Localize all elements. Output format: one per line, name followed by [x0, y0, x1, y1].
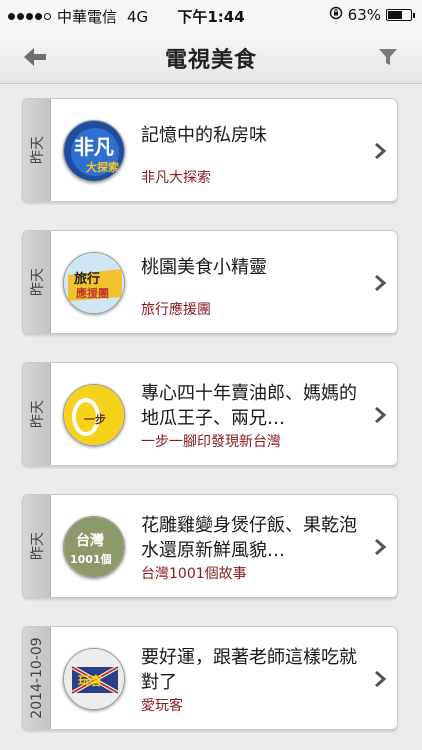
battery-percent: 63%	[347, 6, 381, 24]
date-label: 2014-10-09	[28, 637, 45, 719]
filter-funnel-icon	[379, 49, 397, 65]
episode-title: 花雕雞變身煲仔飯、果乾泡水還原新鮮風貌…	[141, 515, 357, 561]
date-tab: 2014-10-09	[23, 627, 51, 729]
show-logo: 非凡 大探索	[63, 120, 125, 182]
chevron-right-icon	[375, 406, 387, 424]
svg-text:台灣: 台灣	[76, 532, 104, 549]
chevron-right-icon	[375, 538, 387, 556]
svg-text:非凡: 非凡	[74, 135, 114, 159]
date-label: 昨天	[29, 532, 46, 560]
status-bar: 中華電信 4G 下午1:44 63%	[0, 0, 422, 30]
svg-text:玩客: 玩客	[78, 673, 103, 688]
show-logo: 一步	[63, 384, 125, 446]
chevron-right-icon	[375, 670, 387, 688]
date-tab: 昨天	[23, 495, 51, 597]
show-name: 愛玩客	[141, 698, 183, 714]
episode-title: 專心四十年賣油郎、媽媽的地瓜王子、兩兄…	[141, 383, 357, 429]
episode-title: 桃園美食小精靈	[141, 257, 267, 278]
list-item[interactable]: 昨天 一步 專心四十年賣油郎、媽媽的地瓜王子、兩兄… 一步一腳印發現新台灣	[22, 362, 398, 466]
battery-level-fill	[388, 11, 402, 19]
date-label: 昨天	[29, 136, 46, 164]
show-logo: 台灣 1001個	[63, 516, 125, 578]
status-right: 63%	[329, 6, 415, 24]
svg-text:1001個: 1001個	[70, 552, 112, 566]
list-item[interactable]: 昨天 台灣 1001個 花雕雞變身煲仔飯、果乾泡水還原新鮮風貌… 台灣1001個…	[22, 494, 398, 598]
show-name: 旅行應援團	[141, 302, 211, 318]
page-title: 電視美食	[164, 48, 257, 73]
svg-text:一步: 一步	[84, 412, 106, 426]
chevron-right-icon	[375, 274, 387, 292]
date-tab: 昨天	[23, 99, 51, 201]
show-name: 一步一腳印發現新台灣	[141, 434, 281, 450]
show-logo: 旅行 應援團	[63, 252, 125, 314]
episode-title: 記憶中的私房味	[141, 125, 267, 146]
show-name: 非凡大探索	[141, 170, 211, 186]
navigation-bar: 電視美食	[0, 30, 422, 84]
list-item[interactable]: 2014-10-09 玩客 要好運，跟著老師這樣吃就對了 愛玩客	[22, 626, 398, 730]
episode-list: 昨天 非凡 大探索 記憶中的私房味 非凡大探索 昨天 旅行 應援團 桃園美食小精…	[0, 84, 422, 750]
rotation-lock-icon	[329, 6, 343, 24]
svg-text:旅行: 旅行	[74, 271, 100, 287]
svg-text:大探索: 大探索	[86, 160, 119, 174]
show-logo: 玩客	[63, 648, 125, 710]
list-item[interactable]: 昨天 非凡 大探索 記憶中的私房味 非凡大探索	[22, 98, 398, 202]
episode-title: 要好運，跟著老師這樣吃就對了	[141, 647, 357, 693]
show-name: 台灣1001個故事	[141, 566, 247, 582]
battery-icon	[386, 9, 415, 21]
date-label: 昨天	[29, 400, 46, 428]
chevron-right-icon	[375, 142, 387, 160]
date-tab: 昨天	[23, 231, 51, 333]
list-item[interactable]: 昨天 旅行 應援團 桃園美食小精靈 旅行應援團	[22, 230, 398, 334]
date-label: 昨天	[29, 268, 46, 296]
filter-button[interactable]	[376, 46, 400, 68]
svg-text:應援團: 應援團	[76, 286, 109, 300]
date-tab: 昨天	[23, 363, 51, 465]
